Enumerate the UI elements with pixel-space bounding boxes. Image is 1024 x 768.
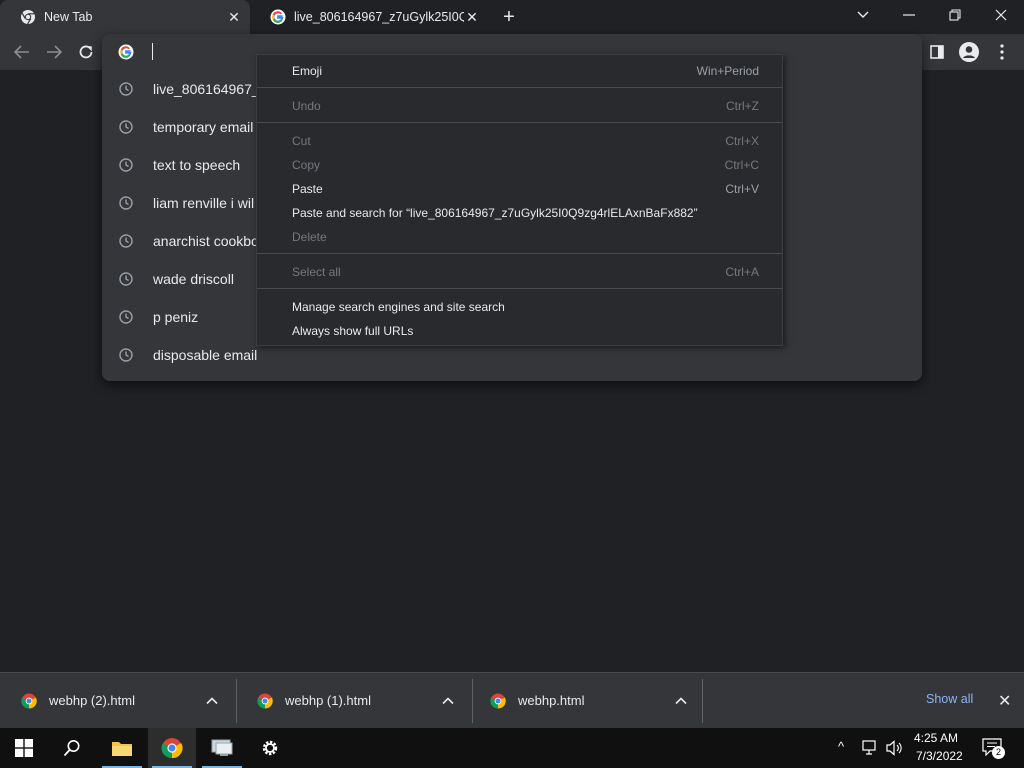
text-caret [152, 43, 153, 60]
menu-item-paste[interactable]: Paste Ctrl+V [257, 177, 782, 201]
menu-item-copy[interactable]: Copy Ctrl+C [257, 153, 782, 177]
download-filename: webhp.html [518, 693, 585, 708]
download-item[interactable]: webhp.html [469, 673, 701, 729]
menu-item-label: Cut [292, 134, 311, 148]
profile-avatar-icon[interactable] [955, 38, 983, 66]
context-menu: Emoji Win+Period Undo Ctrl+Z Cut Ctrl+X Copy Ct… [256, 54, 783, 346]
menu-item-always-show-full-urls[interactable]: Always show full URLs [257, 319, 782, 343]
history-clock-icon [119, 310, 133, 324]
chrome-file-icon [21, 693, 37, 709]
menu-item-shortcut: Ctrl+V [725, 182, 759, 196]
tab-strip: New Tab ✕ live_806164967_z7uGylk25I0Q9z … [0, 0, 1024, 34]
menu-item-shortcut: Win+Period [696, 64, 759, 78]
action-center-icon[interactable]: 2 [982, 738, 1005, 759]
menu-item-shortcut: Ctrl+X [725, 134, 759, 148]
suggestion-text: live_806164967_z [153, 81, 267, 97]
tab-close-icon[interactable]: ✕ [464, 9, 480, 25]
menu-item-paste-and-search[interactable]: Paste and search for “live_806164967_z7u… [257, 201, 782, 225]
settings-gear-icon[interactable] [246, 728, 294, 768]
show-hidden-icons-chevron-icon[interactable]: ^ [838, 739, 844, 754]
tab-title: live_806164967_z7uGylk25I0Q9z [294, 10, 464, 24]
clock-date[interactable]: 7/3/2022 [916, 749, 963, 763]
windows-start-icon[interactable] [0, 728, 48, 768]
menu-item-label: Manage search engines and site search [292, 300, 505, 314]
tab-live-search[interactable]: live_806164967_z7uGylk25I0Q9z ✕ [250, 0, 488, 34]
suggestion-text: anarchist cookbo [153, 233, 259, 249]
chrome-taskbar-icon[interactable] [148, 728, 196, 768]
reload-icon[interactable] [72, 38, 100, 66]
volume-icon[interactable] [886, 740, 904, 761]
menu-item-undo[interactable]: Undo Ctrl+Z [257, 94, 782, 118]
tab-new-tab[interactable]: New Tab ✕ [0, 0, 250, 34]
menu-item-manage-search-engines[interactable]: Manage search engines and site search [257, 295, 782, 319]
menu-item-label: Select all [292, 265, 341, 279]
download-filename: webhp (1).html [285, 693, 371, 708]
clock-time[interactable]: 4:25 AM [914, 731, 958, 745]
menu-separator [257, 122, 782, 123]
tab-search-chevron-icon[interactable] [840, 0, 886, 30]
chrome-file-icon [490, 693, 506, 709]
history-clock-icon [119, 196, 133, 210]
kebab-menu-icon[interactable] [988, 38, 1016, 66]
menu-item-cut[interactable]: Cut Ctrl+X [257, 129, 782, 153]
tab-title: New Tab [44, 10, 93, 24]
menu-item-select-all[interactable]: Select all Ctrl+A [257, 260, 782, 284]
tab-close-icon[interactable]: ✕ [226, 9, 242, 25]
suggestion-text: text to speech [153, 157, 241, 173]
divider [702, 679, 703, 723]
menu-item-emoji[interactable]: Emoji Win+Period [257, 59, 782, 83]
chevron-up-icon[interactable] [204, 693, 220, 709]
history-clock-icon [119, 272, 133, 286]
google-icon [118, 44, 134, 60]
download-item[interactable]: webhp (2).html [0, 673, 232, 729]
history-clock-icon [119, 120, 133, 134]
google-icon [270, 9, 286, 25]
menu-item-label: Paste and search for “live_806164967_z7u… [292, 206, 698, 220]
menu-item-label: Copy [292, 158, 321, 172]
restore-icon[interactable] [932, 0, 978, 30]
chevron-up-icon[interactable] [673, 693, 689, 709]
suggestion-text: temporary email [153, 119, 254, 135]
side-panel-icon[interactable] [923, 38, 951, 66]
history-clock-icon [119, 348, 133, 362]
suggestion-text: p peniz [153, 309, 199, 325]
chevron-up-icon[interactable] [440, 693, 456, 709]
history-clock-icon [119, 158, 133, 172]
file-explorer-icon[interactable] [98, 728, 146, 768]
chrome-file-icon [257, 693, 273, 709]
menu-item-delete[interactable]: Delete [257, 225, 782, 249]
menu-item-shortcut: Ctrl+Z [726, 99, 759, 113]
menu-item-shortcut: Ctrl+A [725, 265, 759, 279]
close-window-icon[interactable] [978, 0, 1024, 30]
network-icon[interactable] [862, 740, 880, 761]
download-item[interactable]: webhp (1).html [236, 673, 468, 729]
menu-item-label: Always show full URLs [292, 324, 414, 338]
chrome-icon [21, 10, 35, 25]
search-icon[interactable] [48, 728, 96, 768]
menu-item-label: Undo [292, 99, 321, 113]
menu-item-label: Paste [292, 182, 323, 196]
history-clock-icon [119, 82, 133, 96]
suggestion-text: liam renville i wil [153, 195, 255, 211]
remote-desktop-icon[interactable] [198, 728, 246, 768]
history-clock-icon [119, 234, 133, 248]
menu-item-label: Emoji [292, 64, 323, 78]
menu-separator [257, 288, 782, 289]
notification-count-badge: 2 [992, 746, 1005, 759]
windows-taskbar: ^ 4:25 AM 7/3/2022 2 [0, 728, 1024, 768]
minimize-icon[interactable] [886, 0, 932, 30]
menu-item-shortcut: Ctrl+C [724, 158, 759, 172]
suggestion-text: wade driscoll [153, 271, 234, 287]
back-arrow-icon[interactable] [8, 38, 36, 66]
forward-arrow-icon[interactable] [40, 38, 68, 66]
download-filename: webhp (2).html [49, 693, 135, 708]
menu-separator [257, 253, 782, 254]
show-all-link[interactable]: Show all [926, 692, 973, 706]
close-downloads-icon[interactable]: ✕ [998, 691, 1011, 711]
new-tab-plus-icon[interactable]: + [498, 6, 520, 28]
suggestion-text: disposable email [153, 347, 258, 363]
menu-item-label: Delete [292, 230, 327, 244]
menu-separator [257, 87, 782, 88]
downloads-bar: webhp (2).html webhp (1).html webhp.html S… [0, 672, 1024, 728]
